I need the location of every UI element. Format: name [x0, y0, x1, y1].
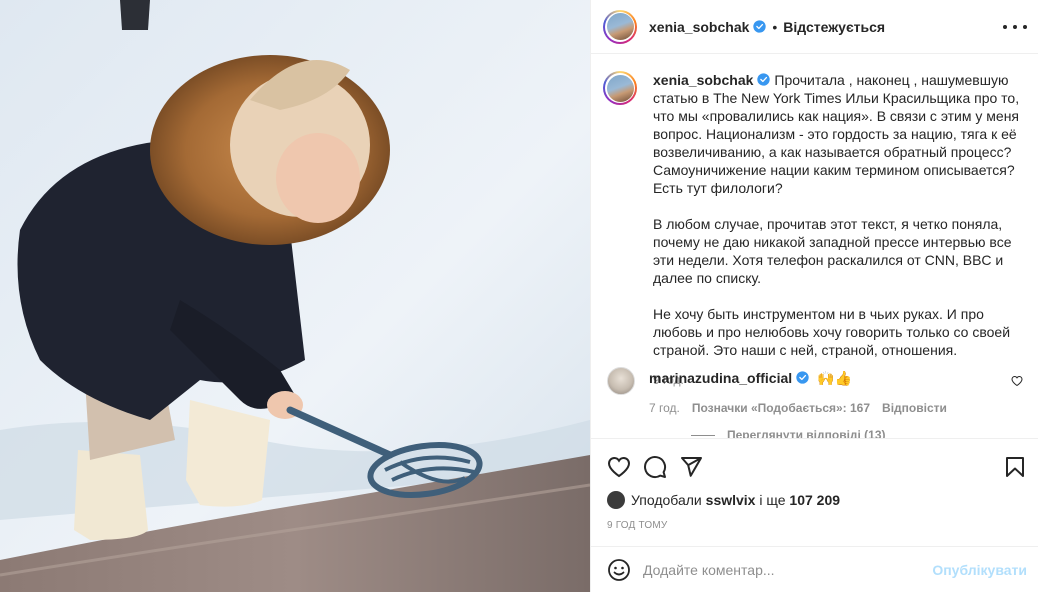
- post-header: xenia_sobchak • Відстежується: [591, 0, 1038, 54]
- post-details-panel: xenia_sobchak • Відстежується xenia_sobc…: [590, 0, 1038, 592]
- more-options-icon[interactable]: [1003, 17, 1027, 37]
- post-actions: [591, 438, 1038, 488]
- bookmark-icon[interactable]: [1003, 455, 1027, 479]
- comment-meta: 7 год. Позначки «Подобається»: 167 Відпо…: [649, 401, 947, 415]
- caption-text: xenia_sobchak Прочитала , наконец , нашум…: [653, 71, 1023, 389]
- verified-badge-icon: [753, 20, 767, 33]
- reply-button[interactable]: Відповісти: [882, 401, 947, 415]
- comment-heart-icon[interactable]: [1011, 375, 1023, 387]
- add-comment-bar: Опублікувати: [591, 546, 1038, 592]
- paper-plane-icon[interactable]: [679, 455, 703, 479]
- caption-paragraph-3: Не хочу быть инструментом ни в чьих рука…: [653, 306, 1014, 358]
- verified-badge-icon: [796, 371, 809, 384]
- liker-avatar[interactable]: [607, 491, 625, 509]
- author-avatar[interactable]: [603, 9, 637, 44]
- caption-paragraph-1: xenia_sobchak Прочитала , наконец , нашум…: [653, 72, 1023, 196]
- following-button[interactable]: Відстежується: [783, 19, 885, 35]
- author-username[interactable]: xenia_sobchak: [649, 19, 749, 35]
- commenter-username[interactable]: marinazudina_official: [649, 370, 792, 386]
- instagram-post: xenia_sobchak • Відстежується xenia_sobc…: [0, 0, 1038, 592]
- header-separator: •: [772, 18, 778, 35]
- comment-body: marinazudina_official 🙌👍: [649, 370, 1009, 387]
- likes-count[interactable]: 107 209: [789, 492, 840, 508]
- caption-author-avatar[interactable]: [603, 71, 637, 105]
- comment-bubble-icon[interactable]: [643, 455, 667, 479]
- post-photo[interactable]: [0, 0, 590, 592]
- comment-text: 🙌👍: [817, 370, 852, 386]
- caption-paragraph-2: В любом случае, прочитав этот текст, я ч…: [653, 216, 1016, 286]
- comments-section: xenia_sobchak Прочитала , наконец , нашум…: [591, 55, 1038, 438]
- post-dark-object: [120, 0, 150, 30]
- face: [276, 133, 360, 223]
- liker-username[interactable]: sswlvix: [706, 492, 756, 508]
- caption-username[interactable]: xenia_sobchak: [653, 72, 753, 88]
- comment-input[interactable]: [643, 561, 933, 578]
- post-caption: xenia_sobchak Прочитала , наконец , нашум…: [603, 71, 1023, 389]
- publish-button[interactable]: Опублікувати: [932, 562, 1027, 578]
- view-replies-button[interactable]: Переглянути відповіді (13): [691, 428, 886, 438]
- left-boot: [74, 450, 148, 540]
- photo-illustration: [0, 0, 590, 592]
- verified-badge-icon: [757, 73, 771, 86]
- comment-likes-count[interactable]: Позначки «Подобається»: 167: [692, 401, 870, 415]
- post-timestamp[interactable]: 9 ГОД ТОМУ: [607, 520, 667, 531]
- likes-summary: Уподобали sswlvix і ще 107 209: [607, 490, 840, 510]
- heart-icon[interactable]: [607, 455, 631, 479]
- commenter-avatar[interactable]: [607, 367, 635, 395]
- comment-time[interactable]: 7 год.: [649, 401, 680, 415]
- smiley-icon[interactable]: [607, 558, 631, 582]
